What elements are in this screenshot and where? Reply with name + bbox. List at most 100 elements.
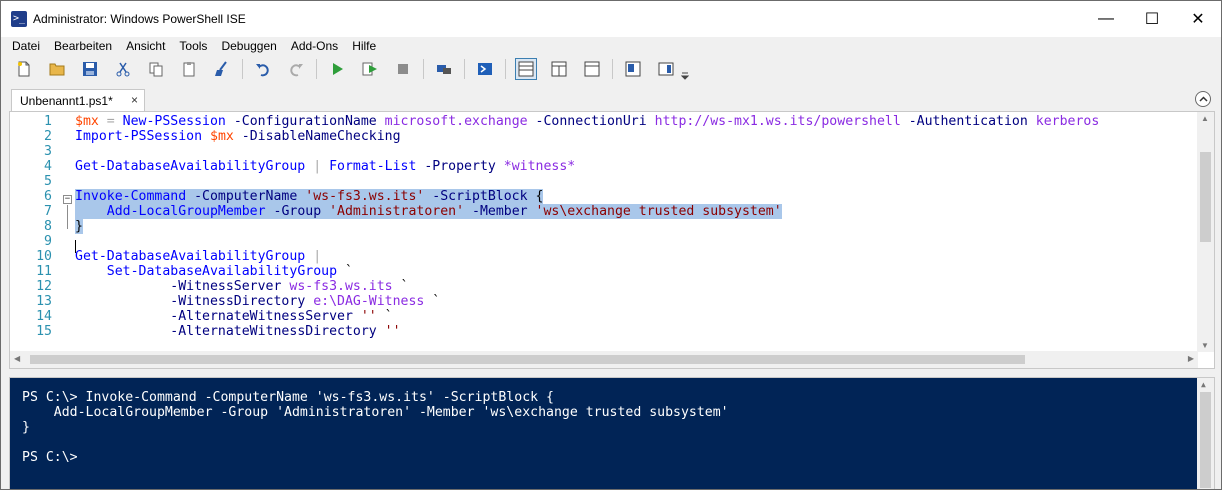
code-line[interactable]: 7 Add-LocalGroupMember -Group 'Administr…: [10, 204, 1198, 219]
code-line[interactable]: 14 -AlternateWitnessServer '' `: [10, 309, 1198, 324]
code-token: -Member: [464, 204, 536, 219]
menu-hilfe[interactable]: Hilfe: [345, 39, 383, 53]
run-selection-button[interactable]: [359, 58, 381, 80]
code-line[interactable]: 10 Get-DatabaseAvailabilityGroup |: [10, 249, 1198, 264]
code-line[interactable]: 9: [10, 234, 1198, 249]
code-area[interactable]: 1 $mx = New-PSSession -ConfigurationName …: [10, 114, 1198, 354]
clear-console-button[interactable]: [211, 58, 233, 80]
code-text: $mx = New-PSSession -ConfigurationName m…: [75, 114, 1099, 129]
save-button[interactable]: [79, 58, 101, 80]
code-line[interactable]: 11 Set-DatabaseAvailabilityGroup `: [10, 264, 1198, 279]
play-icon: [333, 63, 343, 75]
pane-splitter[interactable]: [1, 369, 1221, 377]
show-script-pane-button[interactable]: [622, 58, 644, 80]
toolbar-separator: [316, 59, 317, 79]
menu-debuggen[interactable]: Debuggen: [214, 39, 283, 53]
layout-right-button[interactable]: [548, 58, 570, 80]
menu-bar: Datei Bearbeiten Ansicht Tools Debuggen …: [1, 37, 1221, 55]
editor-vertical-scrollbar[interactable]: ▲ ▼: [1197, 112, 1214, 352]
code-token: Import-PSSession: [75, 129, 203, 144]
run-script-button[interactable]: [326, 58, 348, 80]
code-token: $mx: [210, 129, 234, 144]
save-icon: [83, 62, 97, 76]
undo-icon: [256, 64, 269, 77]
code-line[interactable]: 15 -AlternateWitnessDirectory '': [10, 324, 1198, 339]
code-line[interactable]: 6 Invoke-Command -ComputerName 'ws-fs3.ws…: [10, 189, 1198, 204]
menu-add-ons[interactable]: Add-Ons: [284, 39, 345, 53]
console-vertical-scroll-thumb[interactable]: [1200, 392, 1211, 488]
start-powershell-button[interactable]: [474, 58, 496, 80]
code-token: *witness*: [503, 159, 576, 174]
collapse-script-pane-button[interactable]: [1195, 91, 1211, 107]
scroll-down-icon[interactable]: ▼: [1201, 341, 1209, 350]
menu-bearbeiten[interactable]: Bearbeiten: [47, 39, 119, 53]
editor-horizontal-scroll-thumb[interactable]: [30, 355, 1025, 364]
editor-horizontal-scrollbar[interactable]: ◀ ▶: [10, 351, 1198, 368]
code-text: -AlternateWitnessDirectory '': [75, 324, 400, 339]
cut-button[interactable]: [112, 58, 134, 80]
menu-tools[interactable]: Tools: [172, 39, 214, 53]
code-line[interactable]: 1 $mx = New-PSSession -ConfigurationName …: [10, 114, 1198, 129]
toolbar-separator: [242, 59, 243, 79]
script-editor[interactable]: 1 $mx = New-PSSession -ConfigurationName …: [9, 111, 1215, 369]
code-token: -WitnessDirectory: [170, 294, 314, 309]
code-token: `: [392, 279, 409, 294]
menu-ansicht[interactable]: Ansicht: [119, 39, 172, 53]
script-tab[interactable]: Unbenannt1.ps1* ×: [11, 89, 145, 112]
line-number: 5: [44, 174, 52, 189]
menu-datei[interactable]: Datei: [5, 39, 47, 53]
code-line[interactable]: 3: [10, 144, 1198, 159]
console-prompt[interactable]: PS C:\>: [22, 450, 729, 465]
line-number: 3: [44, 144, 52, 159]
code-token: -Property: [416, 159, 504, 174]
fold-toggle-icon[interactable]: −: [63, 195, 72, 204]
new-file-button[interactable]: [13, 58, 35, 80]
code-token: =: [98, 114, 123, 129]
new-remote-tab-button[interactable]: [433, 58, 455, 80]
title-bar[interactable]: >_ Administrator: Windows PowerShell ISE…: [1, 1, 1221, 37]
code-token: -ScriptBlock: [424, 189, 536, 204]
redo-button[interactable]: [285, 58, 307, 80]
maximize-icon: ☐: [1144, 11, 1160, 28]
open-file-button[interactable]: [46, 58, 68, 80]
code-text: Set-DatabaseAvailabilityGroup `: [75, 264, 353, 279]
copy-button[interactable]: [145, 58, 167, 80]
paste-button[interactable]: [178, 58, 200, 80]
close-icon: ✕: [1191, 11, 1205, 28]
maximize-button[interactable]: ☐: [1129, 1, 1175, 37]
show-commands-button[interactable]: [655, 58, 677, 80]
tab-close-icon[interactable]: ×: [131, 93, 138, 107]
layout-top-icon: [518, 61, 534, 77]
stop-button[interactable]: [392, 58, 414, 80]
close-button[interactable]: ✕: [1175, 1, 1221, 37]
line-number: 9: [44, 234, 52, 249]
scroll-right-icon[interactable]: ▶: [1188, 354, 1194, 363]
code-token: }: [75, 219, 83, 234]
undo-button[interactable]: [252, 58, 274, 80]
open-folder-icon: [49, 63, 65, 76]
code-line[interactable]: 5: [10, 174, 1198, 189]
toolbar-separator: [505, 59, 506, 79]
minimize-button[interactable]: —: [1083, 1, 1129, 37]
code-line[interactable]: 4 Get-DatabaseAvailabilityGroup | Format-…: [10, 159, 1198, 174]
scroll-up-icon[interactable]: ▲: [1201, 380, 1206, 389]
editor-vertical-scroll-thumb[interactable]: [1200, 152, 1211, 242]
scroll-up-icon[interactable]: ▲: [1201, 114, 1209, 123]
toolbar-overflow-button[interactable]: [681, 58, 689, 80]
code-line[interactable]: 12 -WitnessServer ws-fs3.ws.its `: [10, 279, 1198, 294]
console-vertical-scrollbar[interactable]: ▲: [1197, 378, 1214, 489]
code-token: 'Administratoren': [329, 204, 465, 219]
code-token: Format-List: [329, 159, 417, 174]
code-line[interactable]: 2 Import-PSSession $mx -DisableNameChecki…: [10, 129, 1198, 144]
scroll-left-icon[interactable]: ◀: [14, 354, 20, 363]
layout-top-button[interactable]: [515, 58, 537, 80]
console-pane[interactable]: PS C:\> Invoke-Command -ComputerName 'ws…: [9, 377, 1215, 489]
code-token: |: [305, 159, 330, 174]
code-line[interactable]: 13 -WitnessDirectory e:\DAG-Witness `: [10, 294, 1198, 309]
code-token: Get-DatabaseAvailabilityGroup: [75, 159, 306, 174]
code-line[interactable]: 8}: [10, 219, 1198, 234]
layout-max-button[interactable]: [581, 58, 603, 80]
